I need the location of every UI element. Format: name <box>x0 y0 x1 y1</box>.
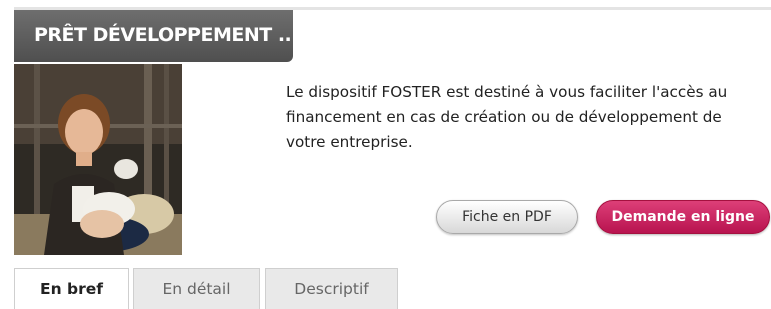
intro-text: Le dispositif FOSTER est destiné à vous … <box>286 83 728 151</box>
tab-descriptif[interactable]: Descriptif <box>265 268 398 309</box>
pdf-sheet-button[interactable]: Fiche en PDF <box>436 200 578 234</box>
online-request-button[interactable]: Demande en ligne <box>596 200 770 234</box>
page-title: PRÊT DÉVELOPPEMENT ... <box>14 10 298 62</box>
farmer-photo <box>14 64 182 255</box>
tab-en-detail[interactable]: En détail <box>133 268 260 309</box>
tab-en-bref[interactable]: En bref <box>14 268 129 309</box>
